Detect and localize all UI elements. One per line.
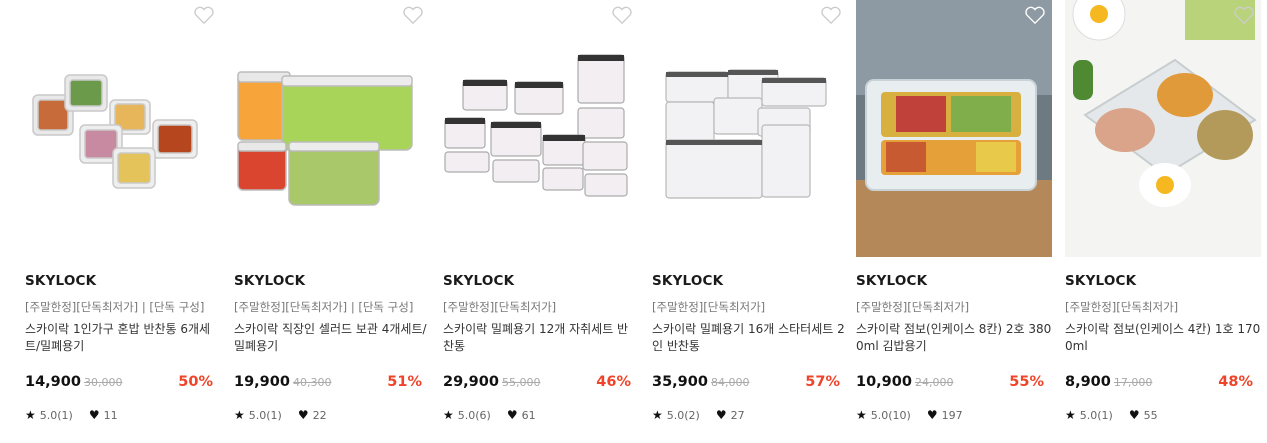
product-meta: ★ 5.0(1) ♥ 11 <box>25 408 118 422</box>
sale-price: 35,900 <box>652 374 708 390</box>
product-name[interactable]: 스카이락 밀폐용기 16개 스타터세트 2인 반찬통 <box>652 321 848 355</box>
discount-rate: 50% <box>178 374 213 390</box>
rating: 5.0(1) <box>1079 408 1113 422</box>
product-tags: [주말한정][단독최저가] <box>1065 300 1179 314</box>
heart-outline-icon[interactable] <box>611 5 633 25</box>
product-price: 10,900 24,000 <box>856 374 953 390</box>
heart-outline-icon[interactable] <box>402 5 424 25</box>
rating: 5.0(6) <box>457 408 491 422</box>
rating: 5.0(10) <box>870 408 911 422</box>
star-icon: ★ <box>652 408 663 422</box>
product-tags: [주말한정][단독최저가] | [단독 구성] <box>25 300 205 314</box>
heart-filled-icon: ♥ <box>297 408 309 422</box>
product-meta: ★ 5.0(1) ♥ 55 <box>1065 408 1158 422</box>
product-price: 29,900 55,000 <box>443 374 540 390</box>
star-icon: ★ <box>856 408 867 422</box>
product-image[interactable] <box>652 0 848 257</box>
heart-filled-icon: ♥ <box>88 408 100 422</box>
heart-outline-icon[interactable] <box>193 5 215 25</box>
product-tags: [주말한정][단독최저가] <box>652 300 766 314</box>
heart-outline-icon[interactable] <box>1233 5 1255 25</box>
original-price: 24,000 <box>914 376 954 389</box>
discount-rate: 48% <box>1218 374 1253 390</box>
product-name[interactable]: 스카이락 직장인 셀러드 보관 4개세트/밀폐용기 <box>234 321 430 355</box>
discount-rate: 57% <box>805 374 840 390</box>
product-tags: [주말한정][단독최저가] <box>856 300 970 314</box>
likes-count: 27 <box>730 408 745 422</box>
product-price: 35,900 84,000 <box>652 374 749 390</box>
original-price: 17,000 <box>1113 376 1153 389</box>
product-name[interactable]: 스카이락 점보(인케이스 8칸) 2호 3800ml 김밥용기 <box>856 321 1052 355</box>
product-card[interactable]: SKYLOCK [주말한정][단독최저가] 스카이락 밀폐용기 16개 스타터세… <box>652 0 848 443</box>
star-icon: ★ <box>443 408 454 422</box>
product-meta: ★ 5.0(6) ♥ 61 <box>443 408 536 422</box>
product-image[interactable] <box>25 0 221 257</box>
product-tags: [주말한정][단독최저가] | [단독 구성] <box>234 300 414 314</box>
product-card[interactable]: SKYLOCK [주말한정][단독최저가] 스카이락 밀폐용기 12개 자취세트… <box>443 0 639 443</box>
likes-count: 197 <box>941 408 963 422</box>
star-icon: ★ <box>234 408 245 422</box>
sale-price: 19,900 <box>234 374 290 390</box>
product-brand: SKYLOCK <box>856 273 928 289</box>
product-meta: ★ 5.0(1) ♥ 22 <box>234 408 327 422</box>
heart-filled-icon: ♥ <box>715 408 727 422</box>
rating: 5.0(1) <box>248 408 282 422</box>
product-price: 14,900 30,000 <box>25 374 122 390</box>
likes-count: 11 <box>103 408 118 422</box>
discount-rate: 46% <box>596 374 631 390</box>
sale-price: 29,900 <box>443 374 499 390</box>
sale-price: 8,900 <box>1065 374 1111 390</box>
likes-count: 61 <box>521 408 536 422</box>
discount-rate: 55% <box>1009 374 1044 390</box>
product-image[interactable] <box>1065 0 1261 257</box>
star-icon: ★ <box>25 408 36 422</box>
original-price: 84,000 <box>710 376 750 389</box>
likes-count: 55 <box>1143 408 1158 422</box>
rating: 5.0(2) <box>666 408 700 422</box>
sale-price: 10,900 <box>856 374 912 390</box>
product-brand: SKYLOCK <box>234 273 306 289</box>
rating: 5.0(1) <box>39 408 73 422</box>
product-card[interactable]: SKYLOCK [주말한정][단독최저가] 스카이락 점보(인케이스 8칸) 2… <box>856 0 1052 443</box>
product-name[interactable]: 스카이락 밀폐용기 12개 자취세트 반찬통 <box>443 321 639 355</box>
product-meta: ★ 5.0(2) ♥ 27 <box>652 408 745 422</box>
heart-filled-icon: ♥ <box>506 408 518 422</box>
product-brand: SKYLOCK <box>25 273 97 289</box>
product-card[interactable]: SKYLOCK [주말한정][단독최저가] 스카이락 점보(인케이스 4칸) 1… <box>1065 0 1261 443</box>
discount-rate: 51% <box>387 374 422 390</box>
heart-filled-icon: ♥ <box>926 408 938 422</box>
product-card[interactable]: SKYLOCK [주말한정][단독최저가] | [단독 구성] 스카이락 직장인… <box>234 0 430 443</box>
product-card[interactable]: SKYLOCK [주말한정][단독최저가] | [단독 구성] 스카이락 1인가… <box>25 0 221 443</box>
product-tags: [주말한정][단독최저가] <box>443 300 557 314</box>
product-brand: SKYLOCK <box>443 273 515 289</box>
product-name[interactable]: 스카이락 1인가구 혼밥 반찬통 6개세트/밀폐용기 <box>25 321 221 355</box>
product-image[interactable] <box>234 0 430 257</box>
product-image[interactable] <box>856 0 1052 257</box>
product-price: 19,900 40,300 <box>234 374 331 390</box>
original-price: 55,000 <box>501 376 541 389</box>
product-price: 8,900 17,000 <box>1065 374 1152 390</box>
original-price: 40,300 <box>292 376 332 389</box>
star-icon: ★ <box>1065 408 1076 422</box>
product-image[interactable] <box>443 0 639 257</box>
heart-filled-icon: ♥ <box>1128 408 1140 422</box>
likes-count: 22 <box>312 408 327 422</box>
product-name[interactable]: 스카이락 점보(인케이스 4칸) 1호 1700ml <box>1065 321 1261 355</box>
product-meta: ★ 5.0(10) ♥ 197 <box>856 408 963 422</box>
product-brand: SKYLOCK <box>652 273 724 289</box>
sale-price: 14,900 <box>25 374 81 390</box>
heart-outline-icon[interactable] <box>1024 5 1046 25</box>
product-brand: SKYLOCK <box>1065 273 1137 289</box>
original-price: 30,000 <box>83 376 123 389</box>
heart-outline-icon[interactable] <box>820 5 842 25</box>
